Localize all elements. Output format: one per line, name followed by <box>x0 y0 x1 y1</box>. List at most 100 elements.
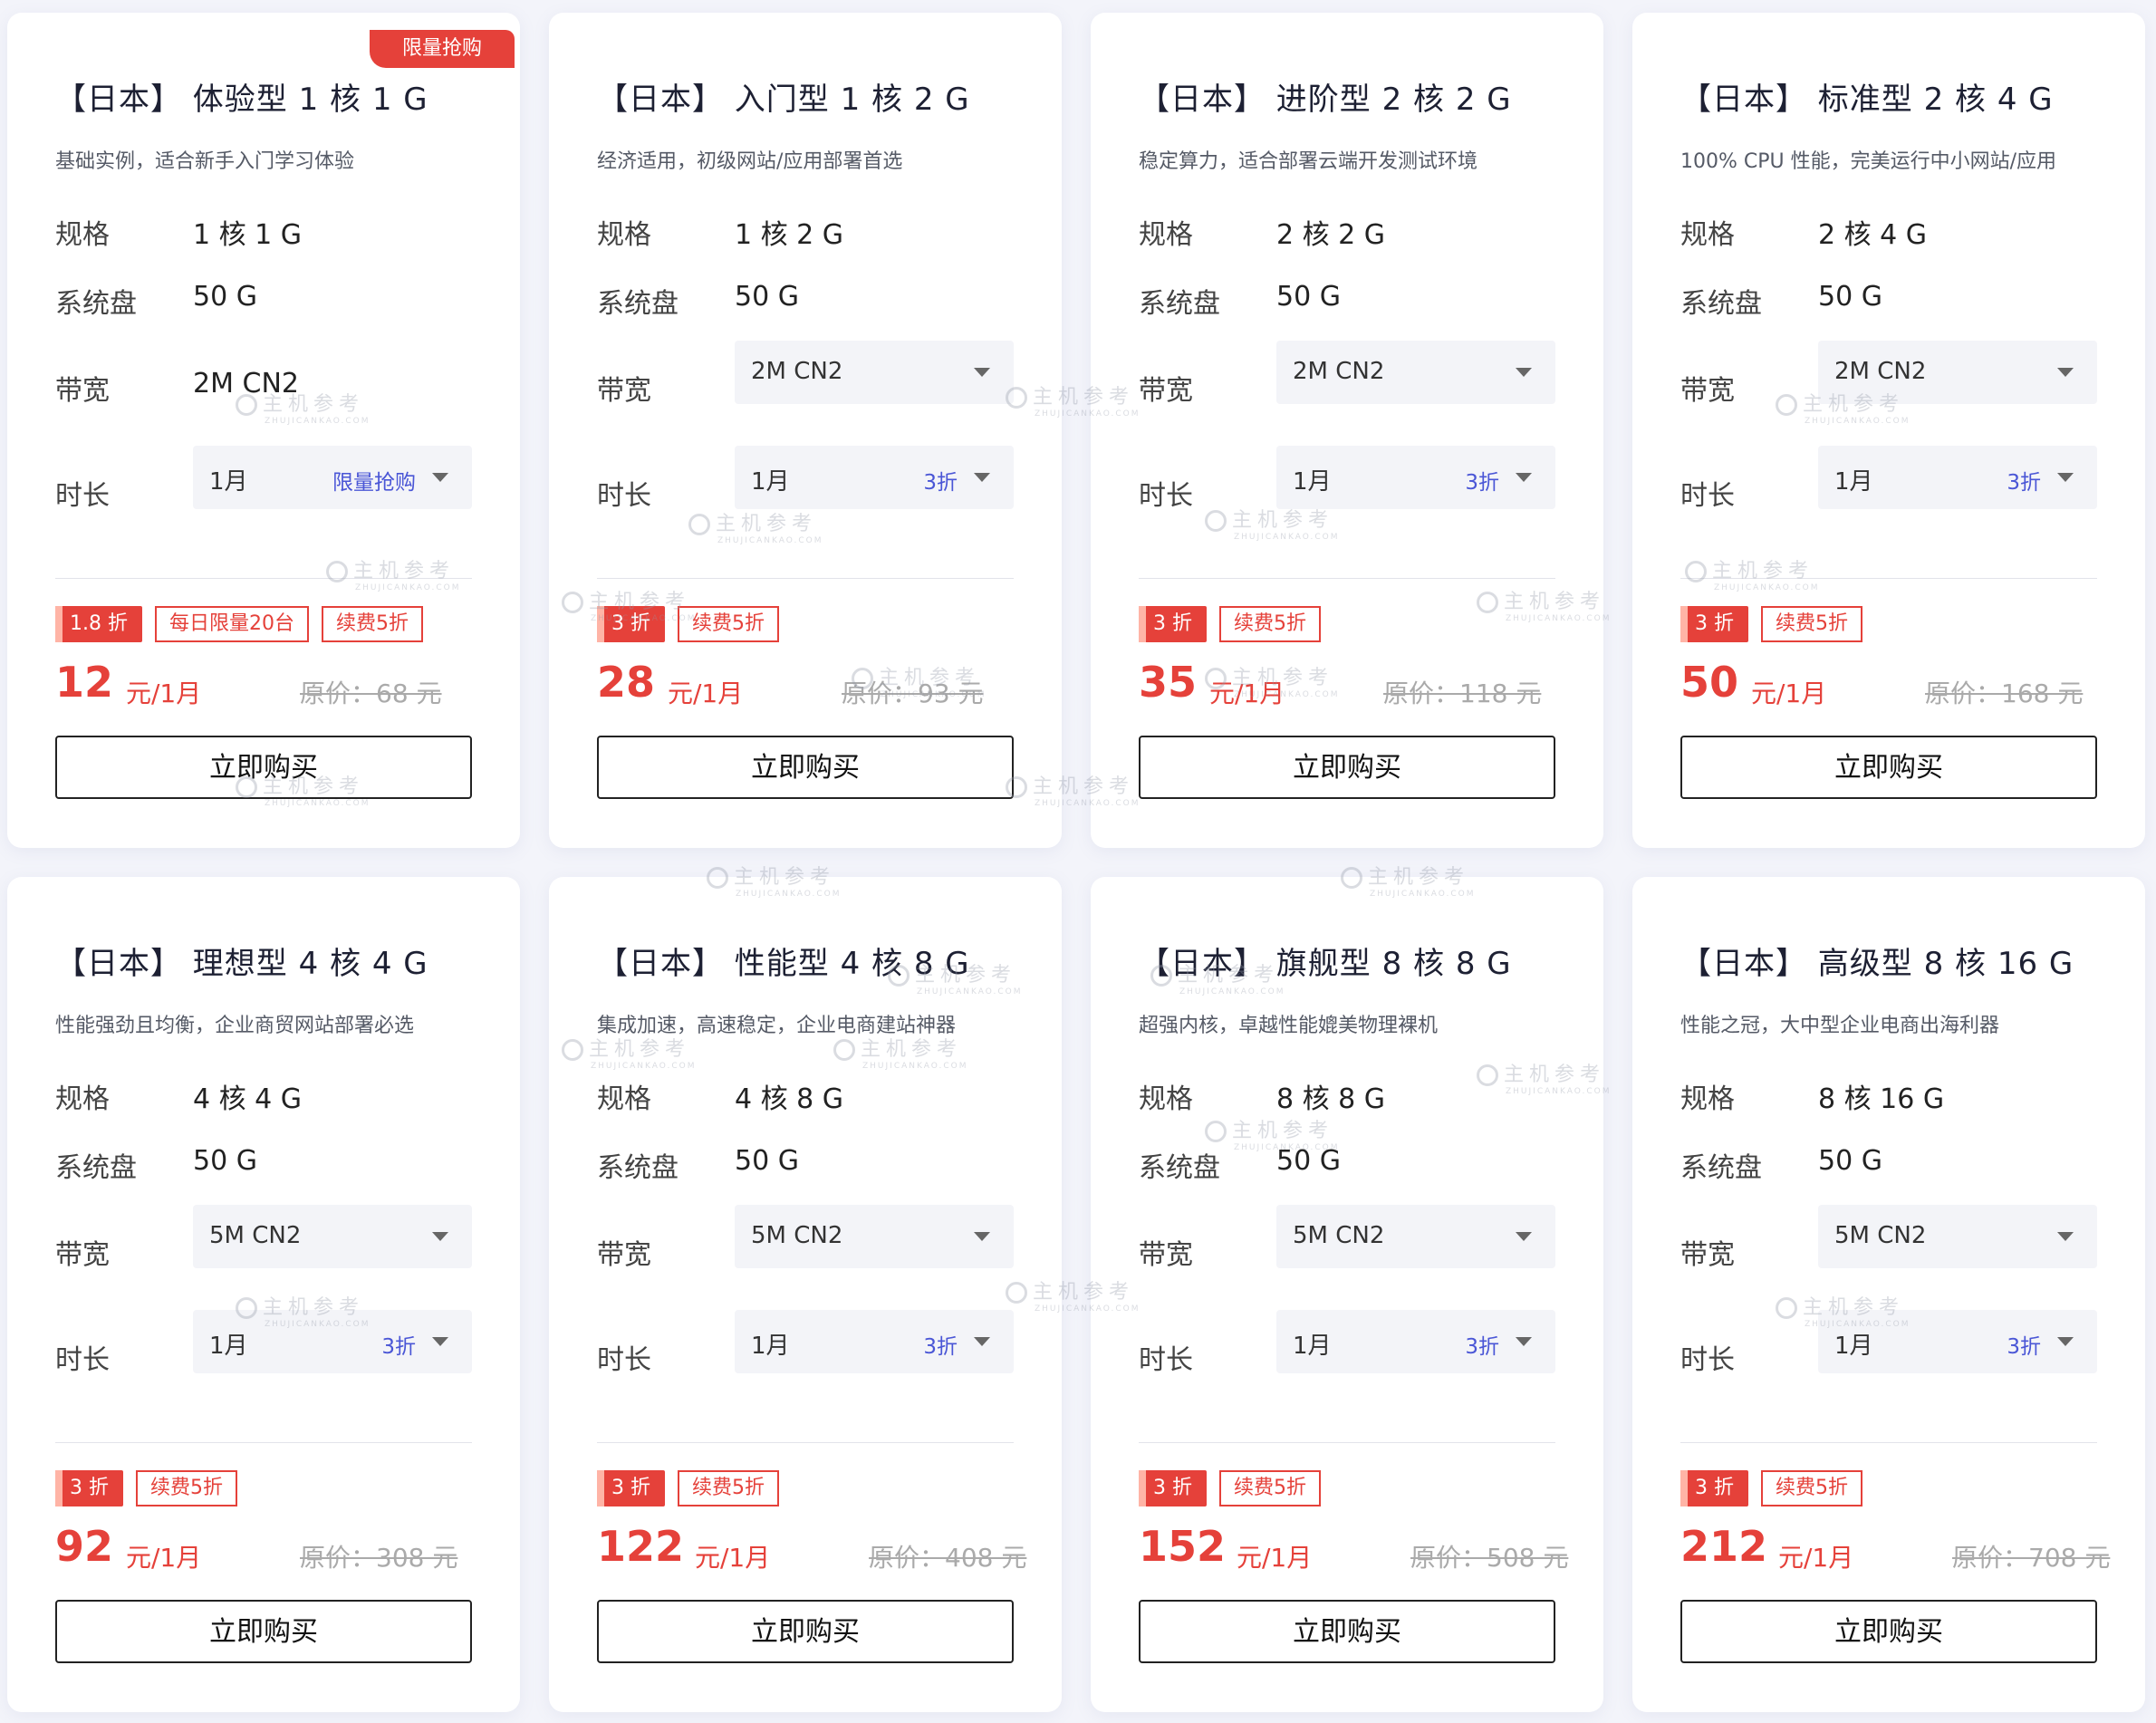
plan-title: 【日本】 理想型 4 核 4 G <box>55 946 428 982</box>
bandwidth-select[interactable]: 2M CN2 <box>1276 341 1555 404</box>
spec-value: 8 核 8 G <box>1276 1083 1386 1115</box>
bandwidth-selected: 5M CN2 <box>1834 1222 1927 1249</box>
buy-now-button[interactable]: 立即购买 <box>1680 1600 2097 1663</box>
renewal-tag: 续费5折 <box>1761 606 1862 642</box>
discount-tag: 3 折 <box>597 606 665 642</box>
duration-label: 时长 <box>597 1344 651 1376</box>
duration-select[interactable]: 1月 限量抢购 <box>193 446 472 509</box>
duration-discount-tag: 限量抢购 <box>332 471 416 495</box>
promo-tags: 3 折续费5折 <box>55 1470 237 1506</box>
price-value: 92 <box>55 1522 114 1571</box>
product-card: 【日本】 性能型 4 核 8 G 集成加速，高速稳定，企业电商建站神器 规格 4 核 … <box>549 877 1062 1712</box>
bandwidth-label: 带宽 <box>1139 1239 1193 1271</box>
buy-now-button[interactable]: 立即购买 <box>1139 736 1555 799</box>
duration-discount-tag: 3折 <box>923 471 958 495</box>
spec-value: 2 核 2 G <box>1276 219 1386 251</box>
duration-select[interactable]: 1月 3折 <box>735 446 1014 509</box>
duration-discount-tag: 3折 <box>923 1335 958 1359</box>
plan-description: 基础实例，适合新手入门学习体验 <box>55 150 355 173</box>
promo-tags: 3 折续费5折 <box>1139 606 1321 642</box>
bandwidth-value: 2M CN2 <box>193 368 299 399</box>
bandwidth-select[interactable]: 2M CN2 <box>735 341 1014 404</box>
duration-label: 时长 <box>1680 1344 1735 1376</box>
original-price: 原价：308 元 <box>300 1543 458 1573</box>
bandwidth-label: 带宽 <box>597 375 651 407</box>
duration-select[interactable]: 1月 3折 <box>1276 446 1555 509</box>
disk-label: 系统盘 <box>1139 288 1220 320</box>
renewal-tag: 续费5折 <box>1761 1470 1862 1506</box>
duration-select[interactable]: 1月 3折 <box>1818 1310 2097 1373</box>
price-value: 50 <box>1680 658 1739 707</box>
product-card: 限量抢购 【日本】 体验型 1 核 1 G 基础实例，适合新手入门学习体验 规格 1 核… <box>7 13 520 848</box>
chevron-down-icon <box>1516 368 1532 377</box>
duration-select[interactable]: 1月 3折 <box>735 1310 1014 1373</box>
discount-tag: 3 折 <box>1139 606 1207 642</box>
bandwidth-select[interactable]: 5M CN2 <box>735 1205 1014 1268</box>
disk-label: 系统盘 <box>1139 1152 1220 1184</box>
duration-discount-tag: 3折 <box>2007 1335 2041 1359</box>
buy-now-button[interactable]: 立即购买 <box>597 1600 1014 1663</box>
duration-select[interactable]: 1月 3折 <box>193 1310 472 1373</box>
duration-selected: 1月 <box>1834 468 1873 496</box>
buy-now-button[interactable]: 立即购买 <box>55 736 472 799</box>
buy-now-button[interactable]: 立即购买 <box>597 736 1014 799</box>
chevron-down-icon <box>1516 473 1532 482</box>
duration-select[interactable]: 1月 3折 <box>1818 446 2097 509</box>
buy-now-button[interactable]: 立即购买 <box>55 1600 472 1663</box>
plan-description: 集成加速，高速稳定，企业电商建站神器 <box>597 1015 957 1037</box>
discount-tag: 3 折 <box>1680 1470 1748 1506</box>
original-price: 原价：118 元 <box>1383 679 1542 708</box>
disk-value: 50 G <box>193 1145 257 1177</box>
product-card: 【日本】 入门型 1 核 2 G 经济适用，初级网站/应用部署首选 规格 1 核 2 … <box>549 13 1062 848</box>
renewal-tag: 续费5折 <box>678 606 779 642</box>
bandwidth-label: 带宽 <box>1680 375 1735 407</box>
duration-selected: 1月 <box>209 1333 248 1360</box>
duration-label: 时长 <box>55 1344 110 1376</box>
bandwidth-select[interactable]: 5M CN2 <box>1818 1205 2097 1268</box>
card-content: 【日本】 标准型 2 核 4 G 100% CPU 性能，完美运行中小网站/应用规… <box>1680 13 2097 848</box>
spec-value: 4 核 8 G <box>735 1083 844 1115</box>
price-unit: 元/1月 <box>695 1543 771 1573</box>
divider <box>55 1442 472 1443</box>
bandwidth-label: 带宽 <box>55 375 110 407</box>
bandwidth-select[interactable]: 2M CN2 <box>1818 341 2097 404</box>
spec-label: 规格 <box>1680 219 1735 251</box>
bandwidth-select[interactable]: 5M CN2 <box>193 1205 472 1268</box>
promo-tags: 3 折续费5折 <box>597 606 779 642</box>
spec-label: 规格 <box>1680 1083 1735 1115</box>
divider <box>55 578 472 579</box>
duration-selected: 1月 <box>209 468 248 496</box>
duration-discount-tag: 3折 <box>1465 471 1499 495</box>
spec-label: 规格 <box>1139 219 1193 251</box>
buy-now-button[interactable]: 立即购买 <box>1139 1600 1555 1663</box>
promo-tags: 3 折续费5折 <box>1680 1470 1862 1506</box>
price-value: 28 <box>597 658 656 707</box>
price-unit: 元/1月 <box>126 1543 202 1573</box>
spec-label: 规格 <box>597 219 651 251</box>
renewal-tag: 续费5折 <box>136 1470 237 1506</box>
duration-select[interactable]: 1月 3折 <box>1276 1310 1555 1373</box>
chevron-down-icon <box>2057 1337 2074 1346</box>
price-unit: 元/1月 <box>1209 679 1285 708</box>
spec-value: 1 核 2 G <box>735 219 844 251</box>
renewal-tag: 续费5折 <box>678 1470 779 1506</box>
original-price: 原价：68 元 <box>300 679 442 708</box>
duration-selected: 1月 <box>1834 1333 1873 1360</box>
bandwidth-select[interactable]: 5M CN2 <box>1276 1205 1555 1268</box>
card-content: 【日本】 入门型 1 核 2 G 经济适用，初级网站/应用部署首选 规格 1 核 2 … <box>597 13 1014 848</box>
price-value: 122 <box>597 1522 685 1571</box>
divider <box>597 1442 1014 1443</box>
chevron-down-icon <box>1516 1337 1532 1346</box>
product-card: 【日本】 旗舰型 8 核 8 G 超强内核，卓越性能媲美物理裸机 规格 8 核 8 G… <box>1091 877 1603 1712</box>
product-grid: 限量抢购 【日本】 体验型 1 核 1 G 基础实例，适合新手入门学习体验 规格 1 核… <box>0 0 2156 1723</box>
buy-now-button[interactable]: 立即购买 <box>1680 736 2097 799</box>
chevron-down-icon <box>974 1232 990 1241</box>
bandwidth-label: 带宽 <box>1680 1239 1735 1271</box>
original-price: 原价：168 元 <box>1925 679 2084 708</box>
disk-label: 系统盘 <box>1680 1152 1762 1184</box>
chevron-down-icon <box>432 473 448 482</box>
bandwidth-selected: 5M CN2 <box>751 1222 843 1249</box>
plan-title: 【日本】 入门型 1 核 2 G <box>597 82 970 118</box>
chevron-down-icon <box>2057 368 2074 377</box>
duration-label: 时长 <box>597 480 651 512</box>
